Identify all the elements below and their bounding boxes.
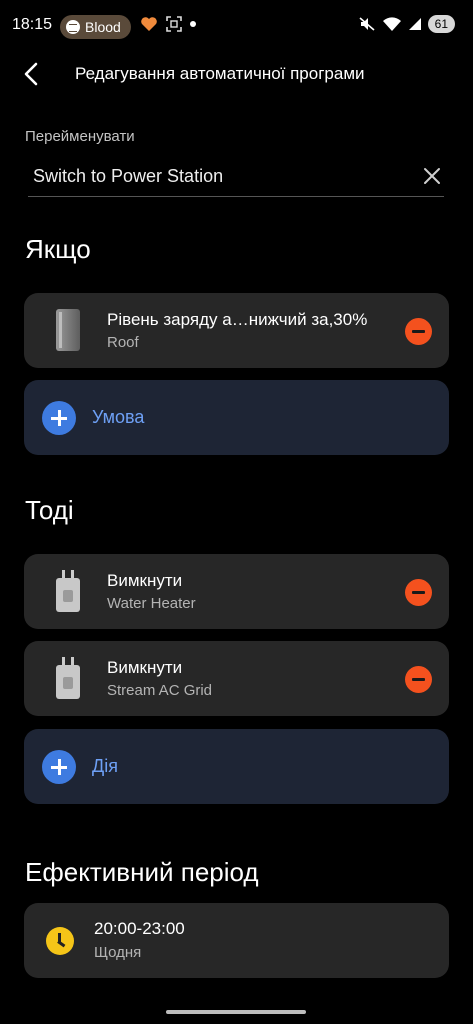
home-indicator[interactable] xyxy=(166,1010,306,1014)
battery-device-icon xyxy=(56,309,80,351)
condition-card[interactable]: Рівень заряду а…нижчий за,30% Roof xyxy=(24,293,449,368)
plus-icon xyxy=(42,401,76,435)
add-action-button[interactable]: Дія xyxy=(24,729,449,804)
smart-plug-icon xyxy=(56,570,80,612)
dot-icon xyxy=(190,21,196,27)
heart-app-icon xyxy=(141,17,157,31)
add-condition-label: Умова xyxy=(92,407,145,427)
period-card[interactable]: 20:00-23:00 Щодня xyxy=(24,903,449,978)
action-title: Вимкнути xyxy=(107,658,183,677)
clear-button[interactable] xyxy=(420,164,444,188)
action-card[interactable]: Вимкнути Water Heater xyxy=(24,554,449,629)
status-time: 18:15 xyxy=(12,16,53,33)
period-section-title: Ефективний період xyxy=(25,857,259,887)
spotify-icon xyxy=(66,20,80,34)
action-device: Stream AC Grid xyxy=(107,682,213,699)
back-arrow-icon xyxy=(24,62,38,86)
rename-value[interactable]: Switch to Power Station xyxy=(33,166,223,187)
period-time: 20:00-23:00 xyxy=(94,919,185,938)
signal-icon xyxy=(408,18,421,30)
period-repeat: Щодня xyxy=(94,944,142,961)
plus-icon xyxy=(42,750,76,784)
screenshot-icon xyxy=(166,16,182,32)
rename-label: Перейменувати xyxy=(25,128,135,145)
pill-label: Blood xyxy=(85,19,121,35)
back-button[interactable] xyxy=(18,60,46,88)
action-card[interactable]: Вимкнути Stream AC Grid xyxy=(24,641,449,716)
close-icon xyxy=(424,168,440,184)
status-bar: 18:15 Blood 61 xyxy=(0,0,473,54)
remove-action-button[interactable] xyxy=(405,666,432,693)
then-section-title: Тоді xyxy=(25,495,74,525)
rename-input[interactable]: Switch to Power Station xyxy=(28,160,444,197)
action-device: Water Heater xyxy=(107,595,196,612)
add-condition-button[interactable]: Умова xyxy=(24,380,449,455)
remove-condition-button[interactable] xyxy=(405,318,432,345)
page-title: Редагування автоматичної програми xyxy=(75,64,365,83)
system-icons: 61 xyxy=(358,15,455,33)
smart-plug-icon xyxy=(56,657,80,699)
condition-title: Рівень заряду а…нижчий за,30% xyxy=(107,310,368,329)
action-title: Вимкнути xyxy=(107,571,183,590)
app-bar: Редагування автоматичної програми xyxy=(0,54,473,94)
clock-icon xyxy=(46,927,74,955)
add-action-label: Дія xyxy=(92,756,118,776)
wifi-icon xyxy=(382,17,401,31)
notification-icons xyxy=(140,16,196,32)
spotify-pill[interactable]: Blood xyxy=(60,15,131,39)
mute-icon xyxy=(359,17,375,31)
if-section-title: Якщо xyxy=(25,234,91,264)
condition-device: Roof xyxy=(107,334,139,351)
battery-indicator: 61 xyxy=(427,15,455,33)
remove-action-button[interactable] xyxy=(405,579,432,606)
